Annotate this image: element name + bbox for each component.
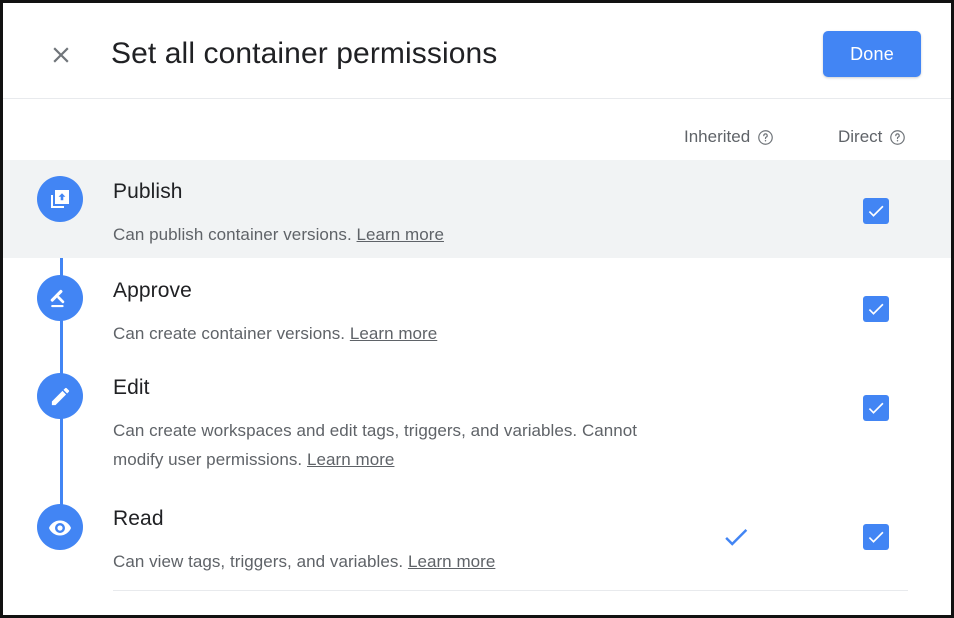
permission-description: Can view tags, triggers, and variables. … (113, 547, 643, 576)
close-button[interactable] (39, 33, 83, 77)
done-button[interactable]: Done (823, 31, 921, 77)
direct-checkbox-edit[interactable] (863, 395, 889, 421)
inherited-cell-publish (709, 197, 763, 227)
permission-description: Can publish container versions. Learn mo… (113, 220, 643, 249)
permissions-list: Publish Can publish container versions. … (3, 160, 951, 615)
inherited-cell-approve (709, 296, 763, 326)
dialog-header: Set all container permissions Done (3, 3, 951, 96)
permission-title: Approve (113, 279, 192, 302)
permission-text-read: Read Can view tags, triggers, and variab… (113, 505, 643, 576)
inherited-check-icon (721, 522, 751, 557)
permission-row-publish[interactable]: Publish Can publish container versions. … (3, 160, 951, 258)
permission-text-publish: Publish Can publish container versions. … (113, 178, 643, 249)
pencil-icon (37, 373, 83, 419)
permission-description-text: Can create container versions. (113, 324, 346, 343)
learn-more-link[interactable]: Learn more (408, 552, 495, 571)
direct-cell-read[interactable] (863, 524, 893, 554)
column-header-inherited: Inherited (684, 127, 774, 147)
list-bottom-divider (113, 590, 908, 591)
permission-row-approve[interactable]: Approve Can create container versions. L… (3, 258, 951, 358)
help-icon-direct[interactable] (889, 129, 906, 146)
permission-row-read[interactable]: Read Can view tags, triggers, and variab… (3, 486, 951, 585)
publish-icon (37, 176, 83, 222)
direct-checkbox-approve[interactable] (863, 296, 889, 322)
set-container-permissions-dialog: Set all container permissions Done Inher… (0, 0, 954, 618)
direct-cell-approve[interactable] (863, 296, 893, 326)
permission-row-edit[interactable]: Edit Can create workspaces and edit tags… (3, 358, 951, 486)
direct-checkbox-publish[interactable] (863, 198, 889, 224)
learn-more-link[interactable]: Learn more (350, 324, 437, 343)
direct-checkbox-read[interactable] (863, 524, 889, 550)
eye-icon (37, 504, 83, 550)
permission-description: Can create workspaces and edit tags, tri… (113, 416, 643, 474)
gavel-icon (37, 275, 83, 321)
close-icon (48, 42, 74, 68)
direct-cell-edit[interactable] (863, 395, 893, 425)
permission-title: Edit (113, 376, 150, 399)
inherited-cell-edit (709, 394, 763, 424)
direct-cell-publish[interactable] (863, 198, 893, 228)
column-headers: Inherited Direct (3, 99, 951, 160)
column-header-direct: Direct (838, 127, 906, 147)
dialog-title: Set all container permissions (111, 37, 498, 70)
permission-text-edit: Edit Can create workspaces and edit tags… (113, 374, 643, 474)
help-icon-inherited[interactable] (757, 129, 774, 146)
permission-description: Can create container versions. Learn mor… (113, 319, 643, 348)
column-header-inherited-label: Inherited (684, 127, 751, 146)
permission-description-text: Can view tags, triggers, and variables. (113, 552, 404, 571)
permission-description-text: Can publish container versions. (113, 225, 352, 244)
inherited-cell-read (709, 524, 763, 554)
learn-more-link[interactable]: Learn more (357, 225, 444, 244)
permission-title: Publish (113, 180, 183, 203)
learn-more-link[interactable]: Learn more (307, 450, 394, 469)
column-header-direct-label: Direct (838, 127, 883, 146)
permission-text-approve: Approve Can create container versions. L… (113, 277, 643, 348)
permission-title: Read (113, 507, 164, 530)
